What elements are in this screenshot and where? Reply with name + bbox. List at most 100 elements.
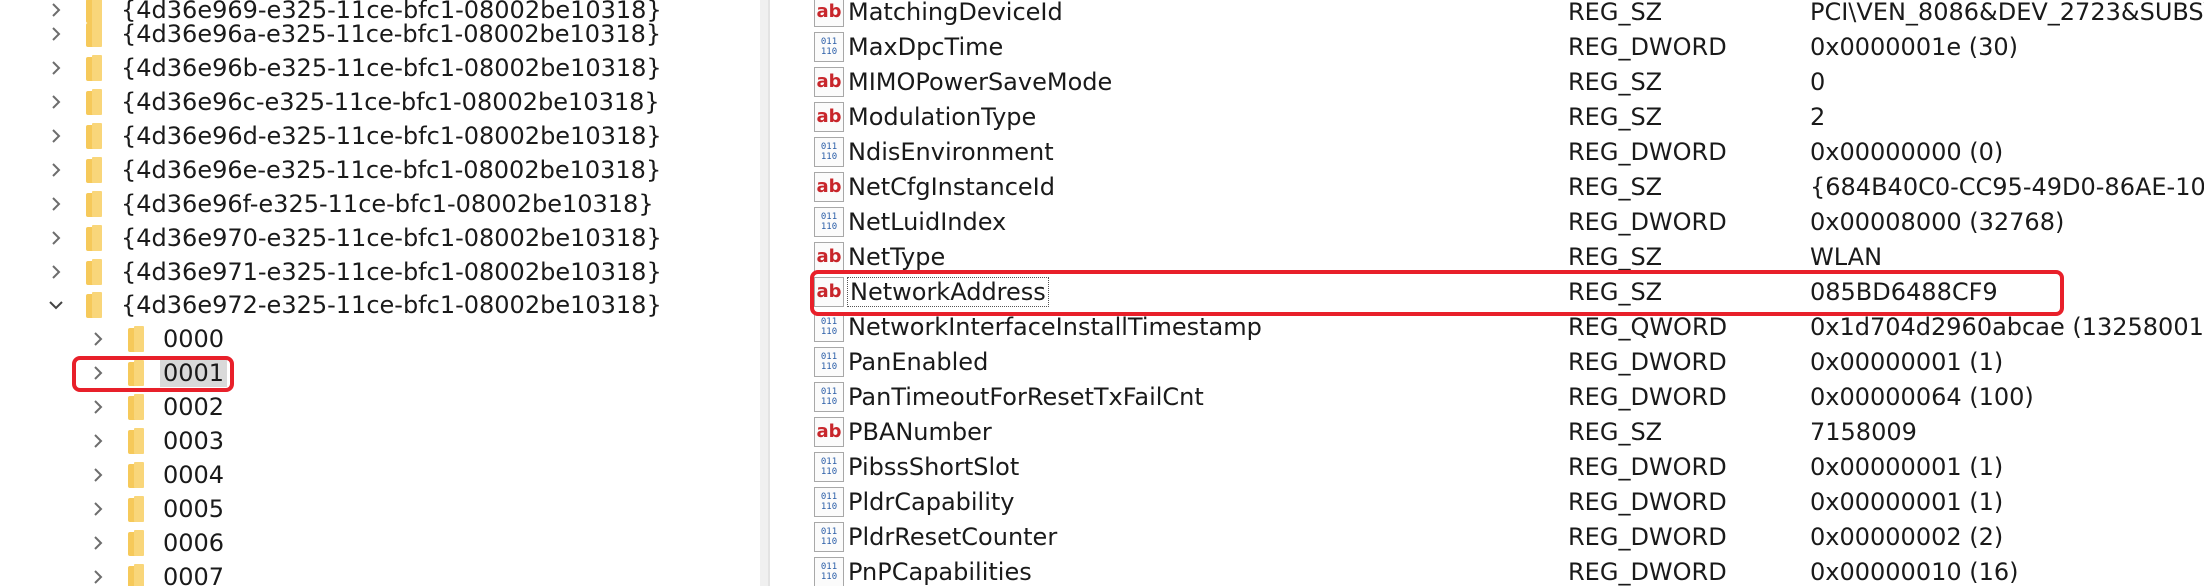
tree-subitem[interactable]: 0004 (86, 458, 227, 492)
folder-icon (126, 496, 148, 522)
tree-item-label: 0002 (163, 393, 225, 421)
binary-value-icon: 011 110 (814, 346, 844, 377)
tree-subitem[interactable]: 0000 (86, 322, 227, 356)
value-data: 0x00000010 (16) (1810, 557, 2019, 586)
value-name: NetCfgInstanceId (848, 172, 1055, 201)
tree-item[interactable]: {4d36e96e-e325-11ce-bfc1-08002be10318} (44, 153, 664, 187)
value-data: {684B40C0-CC95-49D0-86AE-1087 (1810, 172, 2204, 201)
registry-values-list[interactable]: ab MatchingDeviceId REG_SZ PCI\VEN_8086&… (800, 0, 2204, 586)
value-row[interactable]: ab MatchingDeviceId REG_SZ PCI\VEN_8086&… (800, 0, 2204, 29)
tree-item-label: 0000 (163, 325, 225, 353)
folder-icon (84, 89, 106, 115)
value-type: REG_SZ (1568, 172, 1663, 201)
registry-key-tree[interactable]: {4d36e969-e325-11ce-bfc1-08002be10318} {… (0, 0, 760, 586)
chevron-right-icon[interactable] (44, 119, 68, 153)
folder-icon (126, 326, 148, 352)
value-row[interactable]: ab PBANumber REG_SZ 7158009 (800, 414, 2204, 449)
value-data: 0x1d704d2960abcae (1325800165 (1810, 312, 2204, 341)
chevron-right-icon[interactable] (44, 51, 68, 85)
value-type: REG_DWORD (1568, 452, 1727, 481)
string-value-icon: ab (814, 241, 844, 272)
value-row[interactable]: 011 110 PldrCapability REG_DWORD 0x000000… (800, 484, 2204, 519)
value-name: PibssShortSlot (848, 452, 1020, 481)
value-data: 0x00000001 (1) (1810, 487, 2004, 516)
tree-subitem[interactable]: 0006 (86, 526, 227, 560)
value-data: 2 (1810, 102, 1826, 131)
value-name: PnPCapabilities (848, 557, 1032, 586)
value-row[interactable]: 011 110 NdisEnvironment REG_DWORD 0x00000… (800, 134, 2204, 169)
value-row[interactable]: 011 110 PanTimeoutForResetTxFailCnt REG_D… (800, 379, 2204, 414)
chevron-right-icon[interactable] (86, 458, 110, 492)
value-data: PCI\VEN_8086&DEV_2723&SUBSY (1810, 0, 2204, 26)
value-data: 0x00000064 (100) (1810, 382, 2034, 411)
chevron-right-icon[interactable] (44, 85, 68, 119)
value-data: 0x00000001 (1) (1810, 452, 2004, 481)
chevron-right-icon[interactable] (44, 221, 68, 255)
string-value-icon: ab (814, 66, 844, 97)
chevron-down-icon[interactable] (44, 288, 68, 322)
value-row[interactable]: 011 110 PnPCapabilities REG_DWORD 0x00000… (800, 554, 2204, 586)
chevron-right-icon[interactable] (86, 526, 110, 560)
chevron-right-icon[interactable] (86, 492, 110, 526)
binary-value-icon: 011 110 (814, 311, 844, 342)
tree-item-label: 0006 (163, 529, 225, 557)
value-row[interactable]: ab MIMOPowerSaveMode REG_SZ 0 (800, 64, 2204, 99)
tree-item-label: {4d36e96b-e325-11ce-bfc1-08002be10318} (121, 54, 662, 82)
folder-icon (84, 123, 106, 149)
value-type: REG_DWORD (1568, 32, 1727, 61)
binary-value-icon: 011 110 (814, 381, 844, 412)
value-row[interactable]: 011 110 NetLuidIndex REG_DWORD 0x00008000… (800, 204, 2204, 239)
tree-item-expanded[interactable]: {4d36e972-e325-11ce-bfc1-08002be10318} (44, 288, 665, 322)
chevron-right-icon[interactable] (44, 153, 68, 187)
tree-item[interactable]: {4d36e96b-e325-11ce-bfc1-08002be10318} (44, 51, 665, 85)
chevron-right-icon[interactable] (86, 390, 110, 424)
value-row[interactable]: 011 110 PanEnabled REG_DWORD 0x00000001 (… (800, 344, 2204, 379)
value-row[interactable]: ab NetType REG_SZ WLAN (800, 239, 2204, 274)
tree-subitem[interactable]: 0007 (86, 560, 227, 586)
tree-item[interactable]: {4d36e971-e325-11ce-bfc1-08002be10318} (44, 255, 665, 289)
folder-icon (84, 191, 106, 217)
tree-item-label: 0003 (163, 427, 225, 455)
string-value-icon: ab (814, 171, 844, 202)
tree-item-label: {4d36e971-e325-11ce-bfc1-08002be10318} (121, 258, 662, 286)
string-value-icon: ab (814, 416, 844, 447)
binary-value-icon: 011 110 (814, 521, 844, 552)
tree-item[interactable]: {4d36e96a-e325-11ce-bfc1-08002be10318} (44, 17, 664, 51)
value-row[interactable]: 011 110 PldrResetCounter REG_DWORD 0x0000… (800, 519, 2204, 554)
tree-item[interactable]: {4d36e96d-e325-11ce-bfc1-08002be10318} (44, 119, 665, 153)
chevron-right-icon[interactable] (86, 322, 110, 356)
value-name: MIMOPowerSaveMode (848, 67, 1113, 96)
tree-subitem[interactable]: 0003 (86, 424, 227, 458)
folder-icon (126, 564, 148, 586)
value-name: PanTimeoutForResetTxFailCnt (848, 382, 1204, 411)
value-type: REG_QWORD (1568, 312, 1728, 341)
chevron-right-icon[interactable] (86, 560, 110, 586)
value-data: 7158009 (1810, 417, 1917, 446)
folder-icon (84, 225, 106, 251)
value-row[interactable]: 011 110 PibssShortSlot REG_DWORD 0x000000… (800, 449, 2204, 484)
tree-subitem[interactable]: 0005 (86, 492, 227, 526)
value-row[interactable]: ab ModulationType REG_SZ 2 (800, 99, 2204, 134)
pane-splitter[interactable] (760, 0, 768, 586)
chevron-right-icon[interactable] (44, 255, 68, 289)
tree-subitem[interactable]: 0002 (86, 390, 227, 424)
chevron-right-icon[interactable] (44, 17, 68, 51)
chevron-right-icon[interactable] (86, 424, 110, 458)
tree-item[interactable]: {4d36e970-e325-11ce-bfc1-08002be10318} (44, 221, 665, 255)
tree-item[interactable]: {4d36e96f-e325-11ce-bfc1-08002be10318} (44, 187, 657, 221)
tree-item-label: 0004 (163, 461, 225, 489)
chevron-right-icon[interactable] (44, 187, 68, 221)
folder-icon (84, 157, 106, 183)
value-data: 0x00000002 (2) (1810, 522, 2004, 551)
tree-item[interactable]: {4d36e96c-e325-11ce-bfc1-08002be10318} (44, 85, 663, 119)
value-type: REG_DWORD (1568, 557, 1727, 586)
value-row[interactable]: ab NetCfgInstanceId REG_SZ {684B40C0-CC9… (800, 169, 2204, 204)
value-data: 0 (1810, 67, 1826, 96)
value-name: NetworkInterfaceInstallTimestamp (848, 312, 1262, 341)
value-row[interactable]: 011 110 MaxDpcTime REG_DWORD 0x0000001e (… (800, 29, 2204, 64)
tree-item-label: {4d36e972-e325-11ce-bfc1-08002be10318} (121, 291, 662, 319)
value-data: 0x00008000 (32768) (1810, 207, 2065, 236)
binary-value-icon: 011 110 (814, 556, 844, 586)
value-type: REG_DWORD (1568, 382, 1727, 411)
value-data: 0x00000000 (0) (1810, 137, 2004, 166)
